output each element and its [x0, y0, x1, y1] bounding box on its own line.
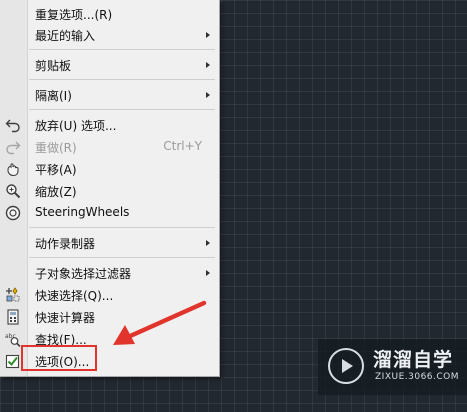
- watermark-title: 溜溜自学: [373, 349, 454, 371]
- play-logo-icon: [328, 348, 364, 384]
- watermark-url: ZIXUE.3066.COM: [375, 372, 460, 382]
- watermark: 溜溜自学 ZIXUE.3066.COM: [318, 339, 467, 395]
